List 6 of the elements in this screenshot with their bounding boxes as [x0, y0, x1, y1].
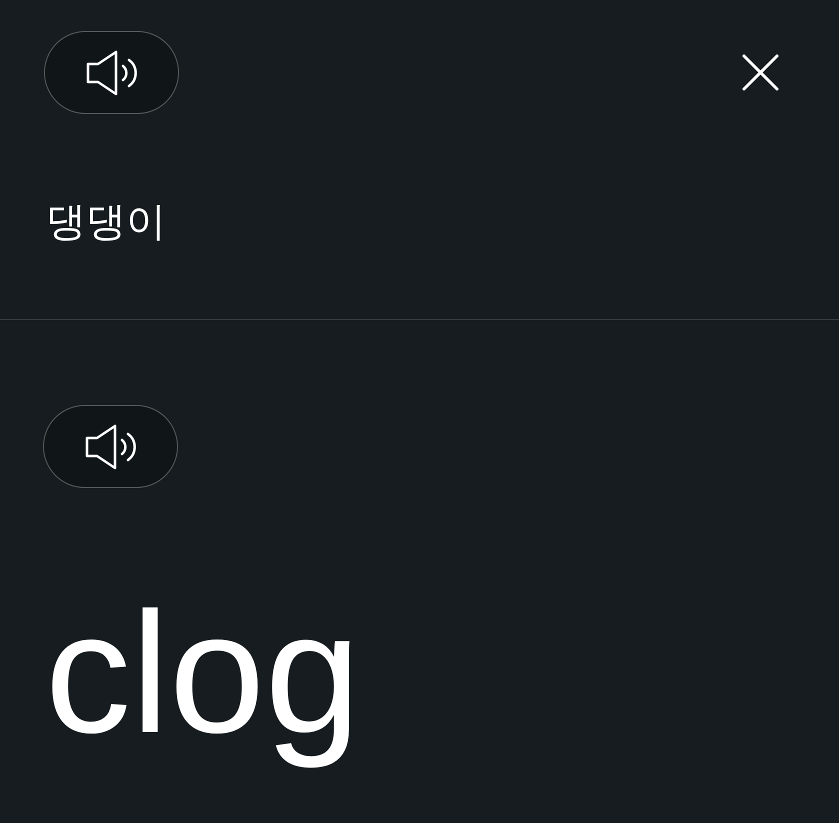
translation-text: clog [45, 576, 362, 771]
speaker-icon [84, 424, 136, 470]
source-text: 댕댕이 [46, 198, 167, 247]
close-button[interactable] [742, 54, 779, 91]
close-icon [742, 54, 779, 91]
speaker-icon [86, 50, 138, 96]
